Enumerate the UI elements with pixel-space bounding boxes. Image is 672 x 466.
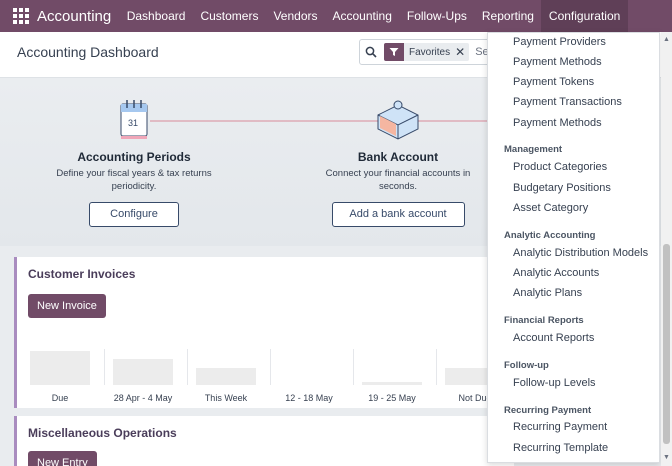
chart-axis-label: This Week [204, 393, 248, 403]
misc-operations-card: Miscellaneous Operations New Entry [14, 416, 514, 466]
chart-bar[interactable] [362, 382, 422, 385]
menu-item-payment-methods-2[interactable]: Payment Methods [513, 117, 602, 129]
menu-section-management: Management [504, 144, 563, 155]
search-bar[interactable]: Favorites ✕ Se [359, 39, 499, 65]
step-title: Accounting Periods [77, 150, 191, 164]
chart-gridline [270, 349, 271, 385]
facet-label: Favorites [409, 46, 451, 58]
nav-follow-ups[interactable]: Follow-Ups [399, 0, 474, 32]
menu-item-payment-tokens[interactable]: Payment Tokens [513, 76, 594, 88]
menu-item-analytic-distribution-models[interactable]: Analytic Distribution Models [513, 247, 648, 259]
search-icon[interactable] [360, 40, 382, 64]
chart-axis-label: 12 - 18 May [285, 393, 333, 403]
onboarding-step-bank: Bank Account Connect your financial acco… [312, 150, 484, 227]
nav-dashboard[interactable]: Dashboard [119, 0, 193, 32]
chart-axis-label: 28 Apr - 4 May [113, 393, 173, 403]
configuration-dropdown: Payment Providers Payment Methods Paymen… [487, 32, 660, 463]
chart-axis-label: 19 - 25 May [368, 393, 416, 403]
step-description-line1: Connect your financial accounts in [325, 168, 471, 179]
chart-gridline [436, 349, 437, 385]
chart-bar[interactable] [196, 368, 256, 385]
step-description-line2: seconds. [378, 181, 418, 192]
menu-item-payment-providers[interactable]: Payment Providers [513, 36, 606, 48]
invoice-chart[interactable]: Due 28 Apr - 4 May This Week 12 - 18 May 19 … [17, 345, 517, 405]
menu-item-analytic-plans[interactable]: Analytic Plans [513, 287, 582, 299]
menu-item-payment-transactions[interactable]: Payment Transactions [513, 96, 622, 108]
menu-item-recurring-payment[interactable]: Recurring Payment [513, 421, 607, 433]
menu-section-financial-reports: Financial Reports [504, 315, 584, 326]
menu-item-account-reports[interactable]: Account Reports [513, 332, 594, 344]
scroll-down-icon[interactable]: ▼ [663, 454, 670, 461]
scrollbar-thumb[interactable] [663, 244, 670, 444]
menu-section-follow-up: Follow-up [504, 360, 549, 371]
add-bank-account-button[interactable]: Add a bank account [331, 202, 465, 227]
bank-account-icon [377, 100, 419, 140]
apps-menu-icon[interactable] [13, 8, 29, 24]
top-navbar: Accounting Dashboard Customers Vendors A… [0, 0, 672, 32]
chart-axis-label: Due [51, 393, 69, 403]
facet-remove-icon[interactable]: ✕ [455, 45, 469, 59]
new-entry-button[interactable]: New Entry [28, 451, 97, 466]
menu-item-product-categories[interactable]: Product Categories [513, 161, 607, 173]
chart-bar[interactable] [113, 359, 173, 385]
nav-configuration[interactable]: Configuration [541, 0, 628, 32]
menu-item-budgetary-positions[interactable]: Budgetary Positions [513, 182, 611, 194]
menu-item-follow-up-levels[interactable]: Follow-up Levels [513, 377, 596, 389]
customer-invoices-card: Customer Invoices New Invoice Due 28 Apr … [14, 257, 514, 408]
chart-gridline [187, 349, 188, 385]
filter-icon [384, 43, 404, 61]
menu-section-analytic-accounting: Analytic Accounting [504, 230, 596, 241]
card-title[interactable]: Customer Invoices [28, 267, 135, 281]
step-description-line2: periodicity. [111, 181, 157, 192]
page-title: Accounting Dashboard [17, 44, 159, 60]
configure-button[interactable]: Configure [89, 202, 179, 227]
chart-bar[interactable] [30, 351, 90, 385]
scroll-up-icon[interactable]: ▲ [663, 36, 670, 43]
favorites-facet: Favorites ✕ [384, 43, 470, 61]
menu-section-recurring-payment: Recurring Payment [504, 405, 592, 416]
nav-vendors[interactable]: Vendors [266, 0, 325, 32]
calendar-icon: 31 [120, 100, 148, 139]
new-invoice-button[interactable]: New Invoice [28, 294, 106, 318]
card-title[interactable]: Miscellaneous Operations [28, 426, 177, 440]
chart-gridline [353, 349, 354, 385]
menu-item-asset-category[interactable]: Asset Category [513, 202, 588, 214]
nav-accounting[interactable]: Accounting [325, 0, 399, 32]
app-brand[interactable]: Accounting [37, 8, 111, 25]
menu-item-payment-methods[interactable]: Payment Methods [513, 56, 602, 68]
page-scrollbar[interactable]: ▲ ▼ [661, 32, 672, 466]
svg-text:31: 31 [128, 118, 138, 128]
onboarding-step-periods: Accounting Periods Define your fiscal ye… [48, 150, 220, 227]
nav-customers[interactable]: Customers [193, 0, 266, 32]
menu-item-analytic-accounts[interactable]: Analytic Accounts [513, 267, 599, 279]
nav-reporting[interactable]: Reporting [474, 0, 541, 32]
step-title: Bank Account [357, 150, 439, 164]
chart-gridline [104, 349, 105, 385]
menu-item-recurring-template[interactable]: Recurring Template [513, 442, 608, 454]
step-description-line1: Define your fiscal years & tax returns [56, 168, 212, 179]
